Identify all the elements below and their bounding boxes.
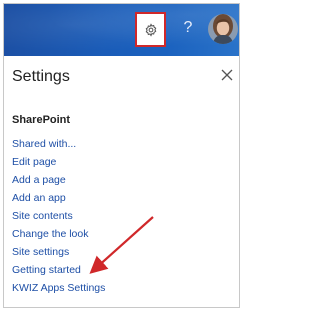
user-avatar[interactable] [208,14,238,44]
close-button[interactable] [220,68,234,82]
menu-item-kwiz-apps-settings[interactable]: KWIZ Apps Settings [12,279,105,297]
menu-item-edit-page[interactable]: Edit page [12,153,105,171]
menu-item-shared-with[interactable]: Shared with... [12,135,105,153]
menu-item-change-look[interactable]: Change the look [12,225,105,243]
settings-gear-button[interactable] [135,12,166,47]
close-icon [221,69,233,81]
gear-icon [145,22,156,37]
suite-bar: ? [4,4,239,56]
menu-item-site-settings[interactable]: Site settings [12,243,105,261]
help-button[interactable]: ? [180,16,196,40]
avatar-photo-icon [208,14,238,44]
menu-item-getting-started[interactable]: Getting started [12,261,105,279]
settings-panel-frame: ? Settings SharePoint Shared with... Edi… [3,3,240,308]
suite-bar-texture [4,4,239,56]
panel-title: Settings [12,68,70,85]
menu-item-site-contents[interactable]: Site contents [12,207,105,225]
menu-item-add-app[interactable]: Add an app [12,189,105,207]
menu-item-add-page[interactable]: Add a page [12,171,105,189]
section-heading-sharepoint: SharePoint [12,114,71,126]
settings-menu: Shared with... Edit page Add a page Add … [12,135,105,297]
